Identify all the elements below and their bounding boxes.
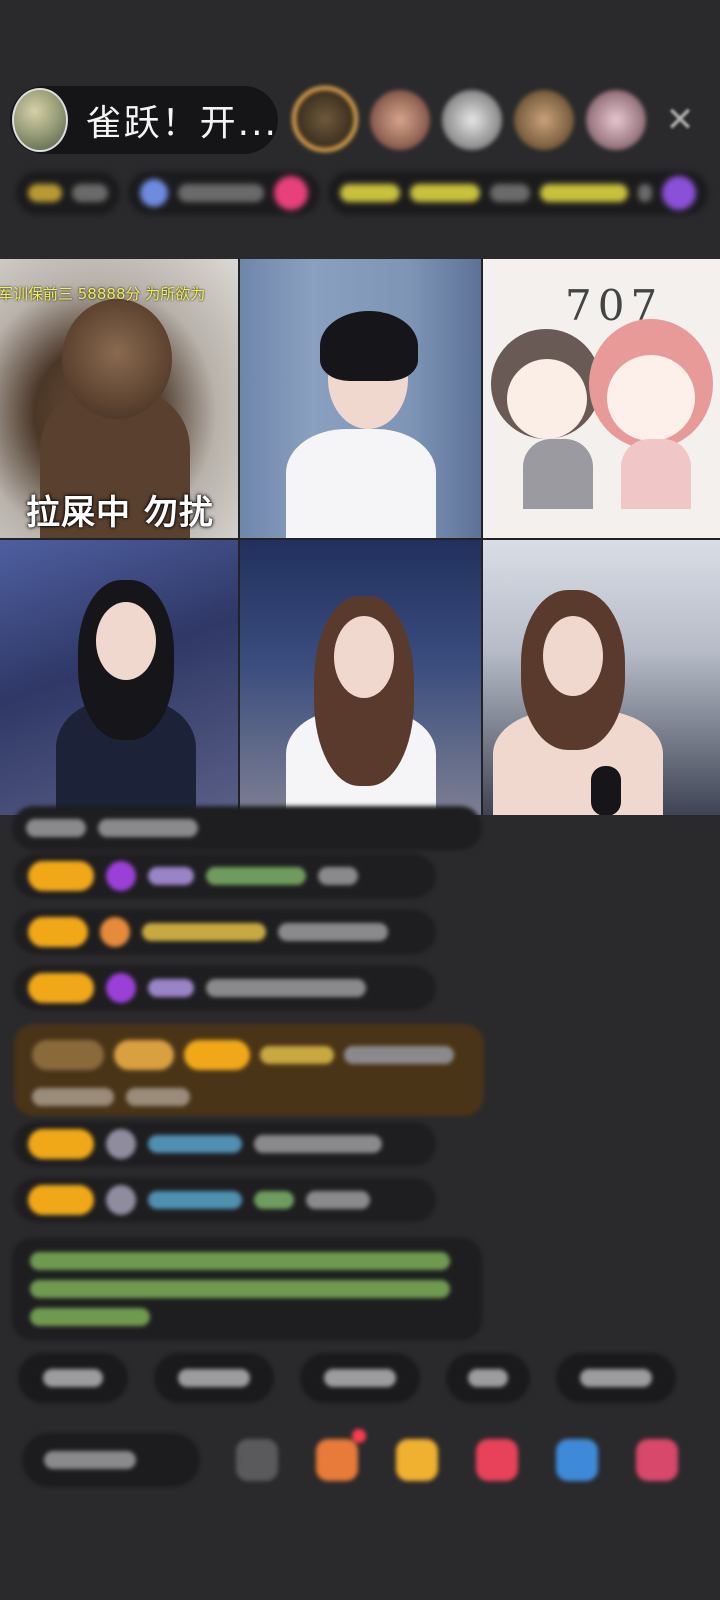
video-tile[interactable] — [483, 540, 720, 815]
system-notice-message — [12, 1238, 482, 1340]
chat-message[interactable] — [14, 1178, 436, 1222]
video-tile[interactable] — [0, 540, 238, 815]
announcement-badge[interactable] — [328, 171, 708, 215]
gift-box-icon[interactable] — [316, 1429, 366, 1481]
microphone-shape — [591, 766, 621, 815]
treasure-icon[interactable] — [396, 1439, 438, 1481]
tile-ticker-text: 军训保前三 58888分 为所欲为 — [0, 285, 206, 303]
top-viewers-list — [292, 86, 646, 156]
chat-message[interactable] — [14, 910, 436, 954]
viewer-avatar[interactable] — [586, 90, 646, 150]
tile-figure-head — [334, 616, 394, 698]
tile-figure-head — [62, 299, 172, 419]
quick-reply-button[interactable] — [154, 1353, 274, 1403]
viewer-avatar[interactable] — [370, 90, 430, 150]
tile-figure-head — [607, 355, 695, 441]
gift-icon[interactable] — [636, 1439, 678, 1481]
viewer-avatar[interactable] — [514, 90, 574, 150]
quick-reply-button[interactable] — [18, 1353, 128, 1403]
chat-message[interactable] — [12, 806, 482, 850]
tile-figure-head — [507, 359, 587, 439]
notification-dot — [352, 1429, 366, 1443]
live-room-page: 雀跃！开... ✕ 军训保前三 58888分 为所欲为 拉屎中 勿扰 707 — [0, 0, 720, 1600]
video-grid: 军训保前三 58888分 为所欲为 拉屎中 勿扰 707 — [0, 259, 720, 815]
tile-figure-hair — [320, 311, 418, 381]
quick-reply-row — [18, 1353, 676, 1403]
chat-message[interactable] — [14, 966, 436, 1010]
chat-input[interactable] — [22, 1433, 200, 1487]
chat-icon[interactable] — [556, 1439, 598, 1481]
quick-reply-button[interactable] — [446, 1353, 530, 1403]
video-tile[interactable]: 军训保前三 58888分 为所欲为 拉屎中 勿扰 — [0, 259, 238, 538]
quick-reply-button[interactable] — [300, 1353, 420, 1403]
host-avatar[interactable] — [12, 88, 68, 152]
tile-figure-body — [621, 439, 691, 509]
tile-caption: 拉屎中 勿扰 — [26, 493, 214, 533]
room-badge-row — [16, 168, 708, 218]
chat-message[interactable] — [14, 1122, 436, 1166]
host-name: 雀跃！开... — [85, 103, 278, 144]
tile-figure-head — [543, 616, 603, 696]
viewer-avatar[interactable] — [442, 90, 502, 150]
bottom-toolbar — [22, 1429, 712, 1488]
video-tile[interactable] — [240, 540, 481, 815]
emoji-icon[interactable] — [236, 1439, 278, 1481]
tile-figure-body — [523, 439, 593, 509]
hot-badge[interactable] — [128, 171, 320, 215]
quick-reply-button[interactable] — [556, 1353, 676, 1403]
video-tile[interactable] — [240, 259, 481, 538]
tile-figure — [286, 429, 436, 538]
chat-message[interactable] — [14, 854, 436, 898]
close-icon[interactable]: ✕ — [660, 100, 700, 140]
heart-icon[interactable] — [476, 1439, 518, 1481]
rank-badge[interactable] — [16, 171, 120, 215]
chat-highlight-message[interactable] — [14, 1024, 484, 1116]
host-info-pill[interactable]: 雀跃！开... — [10, 86, 278, 154]
video-tile[interactable]: 707 — [483, 259, 720, 538]
tile-figure-head — [96, 602, 156, 680]
viewer-avatar[interactable] — [292, 86, 358, 152]
